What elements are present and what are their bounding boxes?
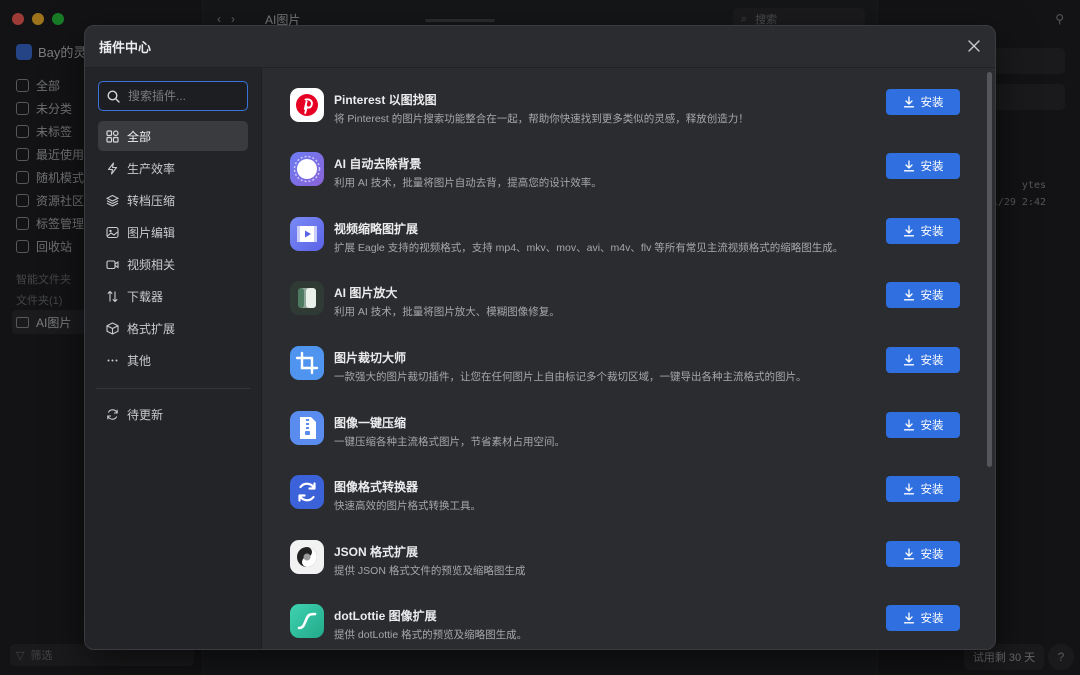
download-icon [903, 225, 914, 237]
category-video[interactable]: 视频相关 [98, 249, 248, 279]
download-icon [903, 96, 914, 108]
category-other[interactable]: 其他 [98, 345, 248, 375]
pinterest-icon [290, 88, 324, 122]
plugin-name: 图像格式转换器 [334, 480, 419, 494]
plugin-list: Pinterest 以图找图 将 Pinterest 的图片搜索功能整合在一起，… [262, 68, 995, 649]
dialog-title: 插件中心 [99, 40, 152, 55]
cube-icon [106, 321, 119, 335]
plugin-item: JSON 格式扩展 提供 JSON 格式文件的预览及缩略图生成 安装 [290, 540, 960, 580]
plugin-name: AI 自动去除背景 [334, 157, 422, 171]
json-icon [290, 540, 324, 574]
plugin-description: 将 Pinterest 的图片搜索功能整合在一起，帮助你快速找到更多类似的灵感，… [334, 113, 749, 125]
category-productivity[interactable]: 生产效率 [98, 153, 248, 183]
category-pending-update[interactable]: 待更新 [98, 399, 248, 429]
plugin-name: Pinterest 以图找图 [334, 93, 437, 107]
refresh-icon [106, 408, 119, 421]
arrows-updown-icon [106, 290, 119, 303]
grid-icon [106, 129, 119, 143]
plugin-item: dotLottie 图像扩展 提供 dotLottie 格式的预览及缩略图生成。… [290, 604, 960, 644]
install-button[interactable]: 安装 [886, 347, 960, 373]
install-button[interactable]: 安装 [886, 89, 960, 115]
plugin-item: 图像格式转换器 快速高效的图片格式转换工具。 安装 [290, 475, 960, 515]
plugin-item: 图片裁切大师 一款强大的图片裁切插件，让您在任何图片上自由标记多个裁切区域，一键… [290, 346, 960, 386]
lottie-icon [290, 604, 324, 638]
plugin-description: 一款强大的图片裁切插件，让您在任何图片上自由标记多个裁切区域，一键导出各种主流格… [334, 371, 807, 383]
plugin-name: 图片裁切大师 [334, 351, 407, 365]
plugin-description: 利用 AI 技术，批量将图片放大、模糊图像修复。 [334, 306, 560, 318]
video-icon [106, 258, 119, 271]
video-thumb-icon [290, 217, 324, 251]
category-divider [96, 388, 250, 389]
plugin-search-input[interactable] [128, 89, 238, 103]
bolt-icon [106, 161, 119, 175]
dialog-header: 插件中心 [85, 26, 995, 68]
search-icon [107, 89, 120, 103]
plugin-item: AI 图片放大 利用 AI 技术，批量将图片放大、模糊图像修复。 安装 [290, 281, 960, 321]
plugin-description: 提供 JSON 格式文件的预览及缩略图生成 [334, 565, 526, 577]
download-icon [903, 160, 914, 172]
image-edit-icon [106, 226, 119, 239]
plugin-item: Pinterest 以图找图 将 Pinterest 的图片搜索功能整合在一起，… [290, 88, 960, 128]
install-button[interactable]: 安装 [886, 412, 960, 438]
category-image-edit[interactable]: 图片编辑 [98, 217, 248, 247]
download-icon [903, 548, 914, 560]
category-list: 全部 生产效率 转档压缩 图片编辑 视频相关 下载器 格式扩展 其他 待更新 [96, 121, 250, 429]
download-icon [903, 483, 914, 495]
layers-icon [106, 194, 119, 207]
convert-icon [290, 475, 324, 509]
download-icon [903, 354, 914, 366]
plugin-name: 视频缩略图扩展 [334, 222, 419, 236]
plugin-name: dotLottie 图像扩展 [334, 609, 437, 623]
plugin-name: JSON 格式扩展 [334, 545, 419, 559]
remove-bg-icon [290, 152, 324, 186]
download-icon [903, 289, 914, 301]
plugin-description: 一键压缩各种主流格式图片，节省素材占用空间。 [334, 436, 565, 448]
category-format-extension[interactable]: 格式扩展 [98, 313, 248, 343]
zip-icon [290, 411, 324, 445]
ellipsis-icon [106, 354, 119, 367]
download-icon [903, 419, 914, 431]
install-button[interactable]: 安装 [886, 218, 960, 244]
category-sidebar: 全部 生产效率 转档压缩 图片编辑 视频相关 [85, 68, 262, 649]
plugin-description: 扩展 Eagle 支持的视频格式，支持 mp4、mkv、mov、avi、m4v、… [334, 242, 844, 254]
install-button[interactable]: 安装 [886, 282, 960, 308]
plugin-description: 快速高效的图片格式转换工具。 [334, 500, 481, 512]
download-icon [903, 612, 914, 624]
plugin-item: 视频缩略图扩展 扩展 Eagle 支持的视频格式，支持 mp4、mkv、mov、… [290, 217, 960, 257]
plugin-description: 利用 AI 技术，批量将图片自动去背，提高您的设计效率。 [334, 177, 602, 189]
install-button[interactable]: 安装 [886, 605, 960, 631]
plugin-search-box[interactable] [98, 81, 248, 111]
category-downloader[interactable]: 下载器 [98, 281, 248, 311]
dialog-body: 全部 生产效率 转档压缩 图片编辑 视频相关 [85, 68, 995, 649]
category-convert-compress[interactable]: 转档压缩 [98, 185, 248, 215]
plugin-center-dialog: 插件中心 全部 生产效率 [84, 25, 996, 650]
plugin-description: 提供 dotLottie 格式的预览及缩略图生成。 [334, 629, 528, 641]
close-icon[interactable] [967, 39, 981, 53]
plugin-name: 图像一键压缩 [334, 416, 407, 430]
plugin-name: AI 图片放大 [334, 286, 398, 300]
plugin-item: AI 自动去除背景 利用 AI 技术，批量将图片自动去背，提高您的设计效率。 安… [290, 152, 960, 192]
scrollbar[interactable] [987, 72, 992, 467]
crop-icon [290, 346, 324, 380]
install-button[interactable]: 安装 [886, 541, 960, 567]
category-all[interactable]: 全部 [98, 121, 248, 151]
plugin-item: 图像一键压缩 一键压缩各种主流格式图片，节省素材占用空间。 安装 [290, 411, 960, 451]
install-button[interactable]: 安装 [886, 476, 960, 502]
upscale-icon [290, 281, 324, 315]
install-button[interactable]: 安装 [886, 153, 960, 179]
